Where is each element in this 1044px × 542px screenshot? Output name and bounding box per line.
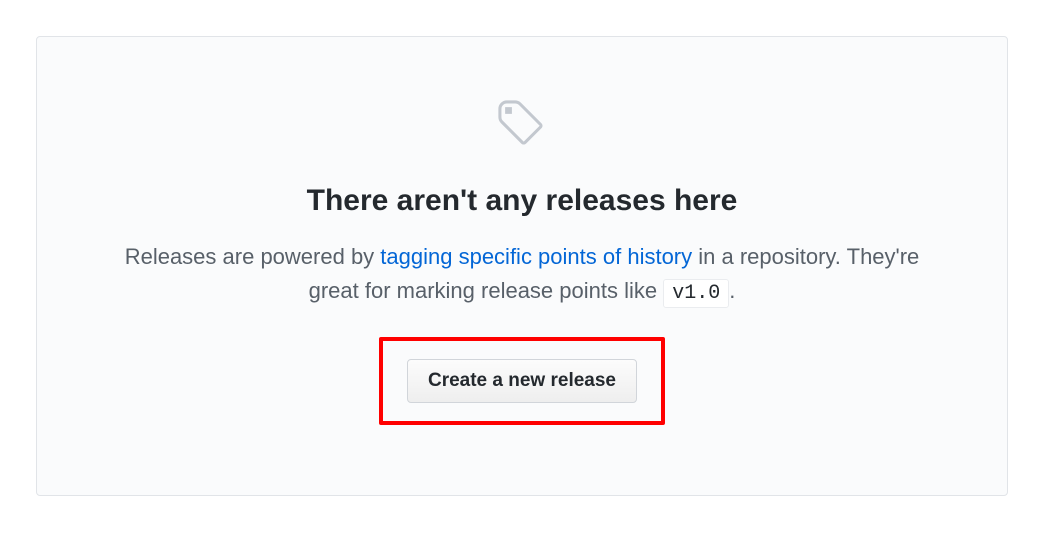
blankslate-heading: There aren't any releases here [117, 184, 927, 218]
version-code-example: v1.0 [663, 279, 729, 308]
releases-blankslate: There aren't any releases here Releases … [36, 36, 1008, 496]
create-release-button[interactable]: Create a new release [407, 359, 637, 403]
tag-icon [495, 97, 549, 156]
annotation-highlight: Create a new release [379, 337, 665, 425]
desc-text-before: Releases are powered by [125, 244, 381, 269]
blankslate-description: Releases are powered by tagging specific… [117, 240, 927, 309]
tagging-link[interactable]: tagging specific points of history [380, 244, 692, 269]
desc-text-end: . [729, 278, 735, 303]
